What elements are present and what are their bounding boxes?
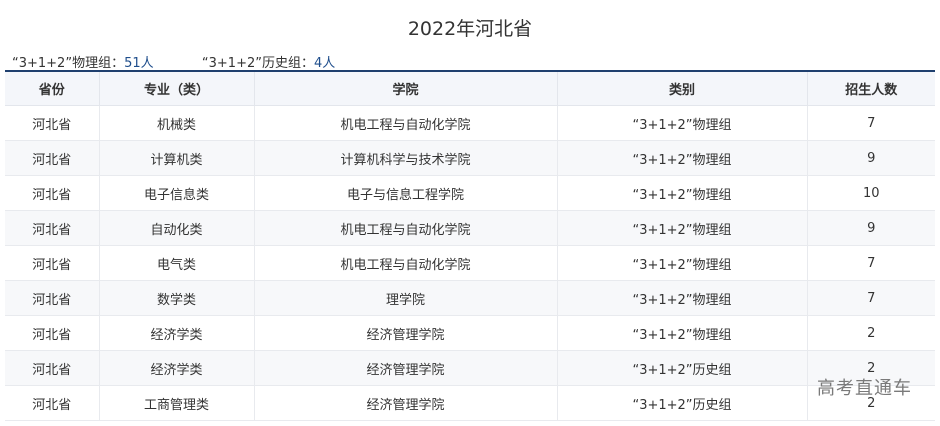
cell-province: 河北省	[5, 175, 100, 211]
history-group-label: “3+1+2”历史组：	[201, 56, 314, 71]
physics-group-count: 51人	[124, 56, 154, 71]
cell-category: “3+1+2”物理组	[557, 245, 808, 281]
cell-category: “3+1+2”物理组	[557, 105, 808, 141]
cell-category: “3+1+2”物理组	[557, 175, 808, 211]
enrollment-table: 省份 专业（类） 学院 类别 招生人数 河北省 机械类 机电工程与自动化学院 “…	[5, 72, 935, 421]
cell-major: 数学类	[99, 280, 255, 316]
cell-major: 电子信息类	[99, 175, 255, 211]
table-header-row: 省份 专业（类） 学院 类别 招生人数	[5, 72, 935, 106]
cell-province: 河北省	[5, 140, 100, 176]
table-row: 河北省 数学类 理学院 “3+1+2”物理组 7	[5, 280, 935, 316]
cell-category: “3+1+2”历史组	[557, 350, 808, 386]
cell-province: 河北省	[5, 105, 100, 141]
column-header-category: 类别	[557, 72, 808, 106]
cell-major: 机械类	[99, 105, 255, 141]
cell-college: 经济管理学院	[254, 315, 558, 351]
column-header-enrollment: 招生人数	[807, 72, 935, 106]
cell-college: 机电工程与自动化学院	[254, 245, 558, 281]
cell-major: 工商管理类	[99, 385, 255, 421]
cell-province: 河北省	[5, 315, 100, 351]
cell-college: 经济管理学院	[254, 385, 558, 421]
cell-province: 河北省	[5, 280, 100, 316]
table-row: 河北省 计算机类 计算机科学与技术学院 “3+1+2”物理组 9	[5, 140, 935, 176]
table-row: 河北省 电气类 机电工程与自动化学院 “3+1+2”物理组 7	[5, 245, 935, 281]
cell-enrollment: 9	[807, 210, 935, 246]
cell-major: 电气类	[99, 245, 255, 281]
table-row: 河北省 机械类 机电工程与自动化学院 “3+1+2”物理组 7	[5, 105, 935, 141]
cell-college: 机电工程与自动化学院	[254, 210, 558, 246]
cell-enrollment: 10	[807, 175, 935, 211]
cell-category: “3+1+2”历史组	[557, 385, 808, 421]
cell-college: 电子与信息工程学院	[254, 175, 558, 211]
cell-province: 河北省	[5, 350, 100, 386]
table-row: 河北省 经济学类 经济管理学院 “3+1+2”历史组 2	[5, 350, 935, 386]
physics-group-label: “3+1+2”物理组：	[12, 56, 125, 71]
column-header-province: 省份	[5, 72, 100, 106]
cell-major: 经济学类	[99, 315, 255, 351]
cell-category: “3+1+2”物理组	[557, 210, 808, 246]
cell-major: 经济学类	[99, 350, 255, 386]
cell-major: 计算机类	[99, 140, 255, 176]
watermark-text: 高考直通车	[817, 378, 912, 399]
cell-category: “3+1+2”物理组	[557, 280, 808, 316]
cell-province: 河北省	[5, 210, 100, 246]
history-group-count: 4人	[313, 56, 336, 71]
cell-college: 计算机科学与技术学院	[254, 140, 558, 176]
cell-enrollment: 7	[807, 105, 935, 141]
cell-enrollment: 7	[807, 245, 935, 281]
cell-enrollment: 7	[807, 280, 935, 316]
column-header-college: 学院	[254, 72, 558, 106]
table-row: 河北省 自动化类 机电工程与自动化学院 “3+1+2”物理组 9	[5, 210, 935, 246]
column-header-major: 专业（类）	[99, 72, 255, 106]
enrollment-summary: “3+1+2”物理组：51人 “3+1+2”历史组：4人	[12, 52, 335, 71]
cell-major: 自动化类	[99, 210, 255, 246]
cell-category: “3+1+2”物理组	[557, 140, 808, 176]
cell-province: 河北省	[5, 245, 100, 281]
cell-province: 河北省	[5, 385, 100, 421]
cell-college: 经济管理学院	[254, 350, 558, 386]
table-row: 河北省 经济学类 经济管理学院 “3+1+2”物理组 2	[5, 315, 935, 351]
cell-category: “3+1+2”物理组	[557, 315, 808, 351]
page-title: 2022年河北省	[407, 18, 533, 40]
cell-college: 理学院	[254, 280, 558, 316]
table-row: 河北省 电子信息类 电子与信息工程学院 “3+1+2”物理组 10	[5, 175, 935, 211]
cell-enrollment: 9	[807, 140, 935, 176]
table-row: 河北省 工商管理类 经济管理学院 “3+1+2”历史组 2	[5, 385, 935, 421]
cell-college: 机电工程与自动化学院	[254, 105, 558, 141]
cell-enrollment: 2	[807, 315, 935, 351]
